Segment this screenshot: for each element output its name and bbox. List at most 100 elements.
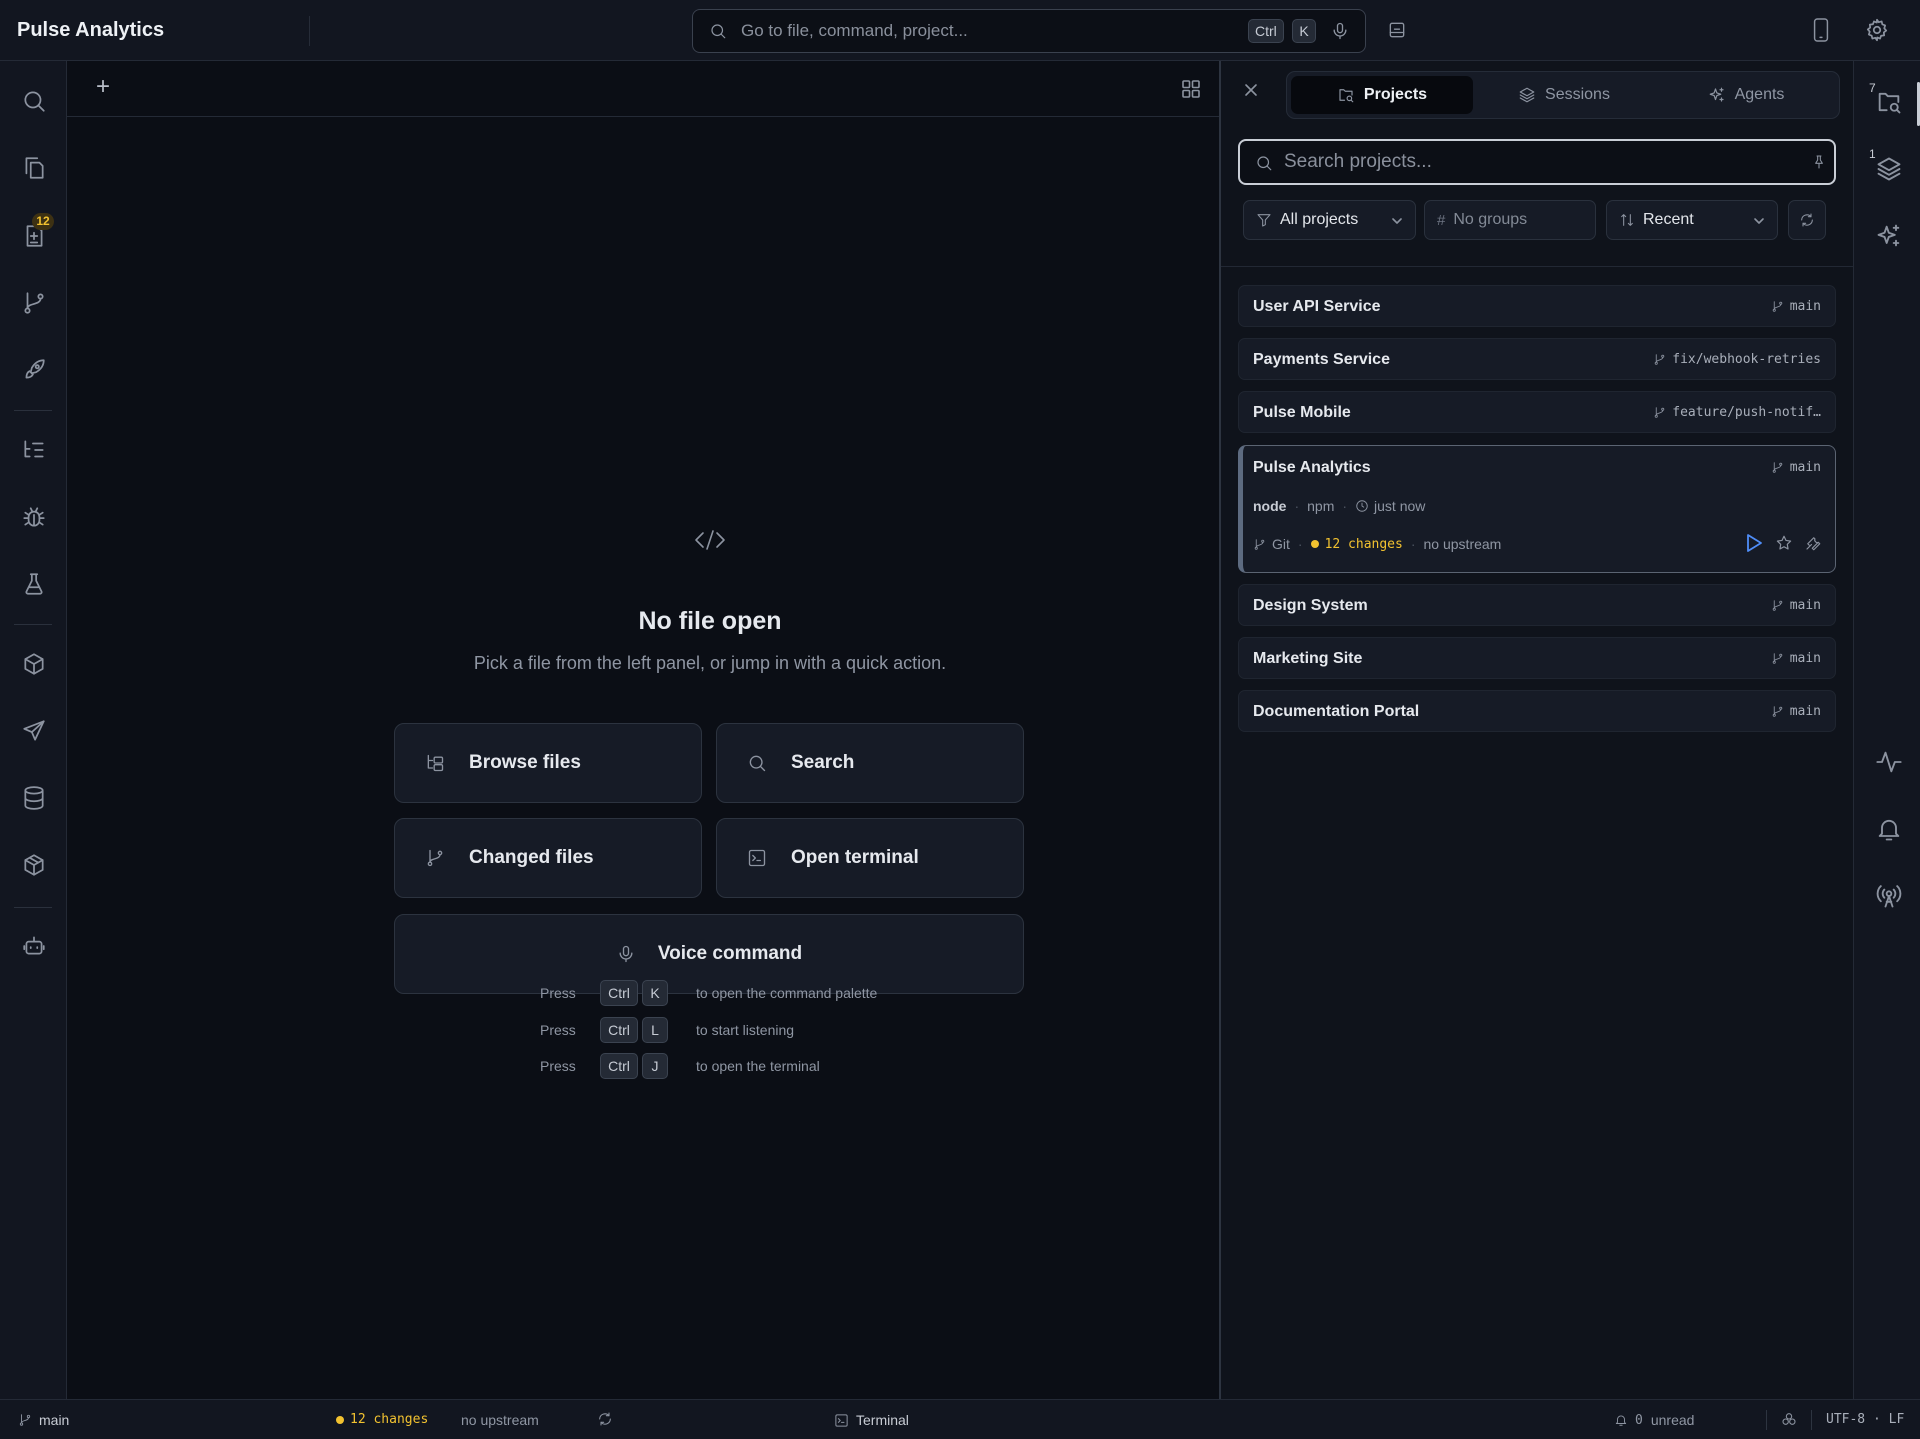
flask-icon[interactable] — [21, 571, 47, 597]
project-search-input[interactable] — [1284, 149, 1784, 175]
empty-state-subtitle: Pick a file from the left panel, or jump… — [473, 653, 947, 673]
command-search-input[interactable] — [741, 16, 1261, 46]
tab-projects[interactable]: Projects — [1291, 76, 1473, 114]
ai-status-icon[interactable] — [1781, 1411, 1804, 1427]
database-icon[interactable] — [21, 785, 47, 811]
project-item[interactable]: Pulse Mobile feature/push-notif… — [1238, 391, 1836, 433]
panel-toggle-icon[interactable] — [1387, 20, 1407, 40]
hint-text: to open the terminal — [696, 1058, 820, 1074]
changes-indicator-dot — [336, 1415, 344, 1424]
close-icon[interactable] — [1244, 83, 1258, 97]
project-item[interactable]: Marketing Site main — [1238, 637, 1836, 679]
layers-icon[interactable] — [1875, 155, 1903, 183]
new-tab-button[interactable]: + — [96, 75, 110, 99]
bug-icon[interactable] — [21, 504, 47, 530]
open-terminal-label: Open terminal — [791, 847, 919, 868]
project-branch-name: fix/webhook-retries — [1672, 352, 1821, 367]
projects-icon[interactable] — [1875, 88, 1903, 116]
broadcast-icon[interactable] — [1875, 882, 1903, 910]
sparkles-icon[interactable] — [1875, 222, 1903, 250]
send-icon[interactable] — [21, 718, 47, 744]
hint-press-label: Press — [540, 1058, 576, 1074]
project-item[interactable]: User API Service main — [1238, 285, 1836, 327]
hint-text: to open the command palette — [696, 985, 878, 1001]
project-meta: node · npm · just now — [1253, 498, 1425, 514]
gear-icon[interactable] — [1864, 17, 1890, 43]
star-icon[interactable] — [1775, 534, 1793, 552]
project-branch-name: feature/push-notif… — [1672, 405, 1821, 420]
groups-filter[interactable]: # No groups — [1424, 200, 1596, 240]
phone-icon[interactable] — [1810, 17, 1832, 43]
status-notifications[interactable]: 0 unread — [1614, 1412, 1694, 1428]
scope-filter-dropdown[interactable]: All projects — [1243, 200, 1416, 240]
shortcut-k-key: K — [1292, 19, 1316, 43]
grid-layout-icon[interactable] — [1182, 80, 1200, 98]
project-changes: 12 changes — [1324, 536, 1403, 552]
search-button[interactable]: Search — [716, 723, 1024, 803]
activity-icon[interactable] — [1875, 748, 1903, 776]
status-changes-text: 12 changes — [350, 1412, 429, 1427]
project-branch: fix/webhook-retries — [1653, 352, 1821, 367]
meta-separator: · — [1294, 498, 1300, 514]
hint-key: L — [642, 1017, 668, 1043]
sort-dropdown[interactable]: Recent — [1606, 200, 1778, 240]
shortcut-hint: Press Ctrl L to start listening — [540, 1017, 794, 1043]
hint-modifier-key: Ctrl — [600, 980, 638, 1006]
voice-command-label: Voice command — [657, 943, 803, 964]
refresh-button[interactable] — [1788, 200, 1826, 240]
project-search[interactable] — [1238, 139, 1836, 185]
project-branch-name: main — [1789, 299, 1821, 314]
project-name: Marketing Site — [1253, 650, 1363, 667]
pin-icon[interactable] — [1811, 153, 1827, 171]
git-branch-icon — [1655, 407, 1665, 418]
status-changes[interactable]: 12 changes — [336, 1412, 428, 1427]
project-branch: main — [1771, 598, 1821, 613]
left-activity-bar: 12 — [0, 61, 67, 1399]
tasks-icon[interactable] — [21, 437, 47, 463]
package-icon[interactable] — [21, 651, 47, 677]
status-terminal[interactable]: Terminal — [834, 1412, 909, 1428]
project-name: Design System — [1253, 597, 1368, 614]
rocket-icon[interactable] — [21, 357, 47, 383]
microphone-icon[interactable] — [1330, 20, 1350, 42]
browse-files-button[interactable]: Browse files — [394, 723, 702, 803]
clock-icon — [1356, 500, 1368, 512]
git-branch-icon — [1772, 301, 1782, 312]
changed-files-button[interactable]: Changed files — [394, 818, 702, 898]
wrench-icon[interactable] — [1804, 534, 1822, 552]
search-icon[interactable] — [21, 88, 47, 114]
project-branch-name: main — [1789, 460, 1821, 475]
open-terminal-button[interactable]: Open terminal — [716, 818, 1024, 898]
panel-tabs: Projects Sessions Agents — [1286, 71, 1840, 119]
project-item[interactable]: Design System main — [1238, 584, 1836, 626]
folder-search-icon — [1339, 89, 1354, 103]
tab-agents[interactable]: Agents — [1655, 76, 1837, 114]
box-icon[interactable] — [21, 852, 47, 878]
project-item-selected[interactable]: Pulse Analytics main node · npm · just n… — [1238, 445, 1836, 573]
command-search[interactable]: Ctrl K — [692, 9, 1366, 53]
project-item[interactable]: Payments Service fix/webhook-retries — [1238, 338, 1836, 380]
top-bar: Pulse Analytics Ctrl K — [0, 0, 1920, 61]
project-vcs: Git — [1272, 536, 1290, 552]
git-branch-icon[interactable] — [21, 290, 47, 316]
project-item[interactable]: Documentation Portal main — [1238, 690, 1836, 732]
bell-icon[interactable] — [1875, 815, 1903, 843]
folder-tree-icon — [425, 753, 445, 773]
search-icon — [709, 22, 727, 40]
bot-icon[interactable] — [21, 933, 47, 959]
status-branch[interactable]: main — [18, 1412, 69, 1428]
project-name: Pulse Analytics — [1253, 459, 1371, 476]
tab-sessions[interactable]: Sessions — [1473, 76, 1655, 114]
activity-divider — [14, 410, 52, 411]
hint-key: K — [642, 980, 668, 1006]
files-icon[interactable] — [21, 155, 47, 181]
status-encoding[interactable]: UTF-8 · LF — [1826, 1412, 1904, 1427]
git-branch-icon — [1772, 462, 1782, 473]
status-divider — [1811, 1410, 1812, 1430]
sync-icon[interactable] — [597, 1411, 620, 1427]
search-label: Search — [791, 752, 855, 773]
play-icon[interactable] — [1745, 533, 1763, 553]
status-terminal-label: Terminal — [856, 1412, 909, 1428]
code-icon — [694, 528, 726, 552]
meta-separator: · — [1342, 498, 1348, 514]
